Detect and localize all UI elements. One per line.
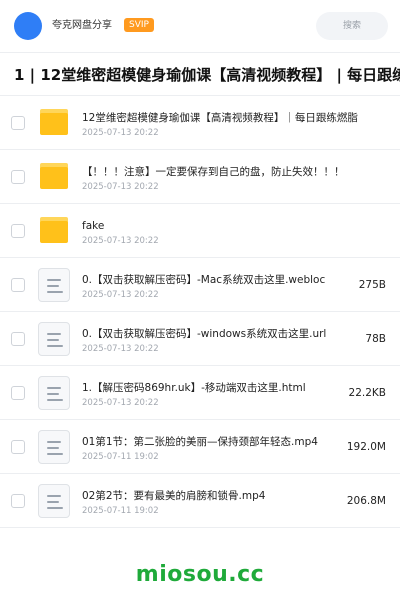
file-name[interactable]: 0.【双击获取解压密码】-windows系统双击这里.url (82, 326, 332, 342)
file-size: 22.2KB (348, 387, 386, 399)
file-date: 2025-07-11 19:02 (82, 506, 159, 516)
file-size: 275B (358, 279, 386, 291)
file-name[interactable]: 0.【双击获取解压密码】-Mac系统双击这里.webloc (82, 272, 332, 288)
file-name[interactable]: fake (82, 218, 362, 234)
file-size: 78B (365, 333, 386, 345)
file-row[interactable]: 01第1节：第二张脸的美丽—保持颈部年轻态.mp4 2025-07-11 19:0… (0, 420, 400, 474)
row-checkbox[interactable] (11, 224, 25, 238)
file-row[interactable]: 1.【解压密码869hr.uk】-移动端双击这里.html 2025-07-13 … (0, 366, 400, 420)
folder-row[interactable]: 12堂维密超模健身瑜伽课【高清视频教程】｜每日跟练燃脂 2025-07-13 20… (0, 96, 400, 150)
file-row[interactable]: 0.【双击获取解压密码】-Mac系统双击这里.webloc 2025-07-13 … (0, 258, 400, 312)
watermark: miosou.cc (135, 562, 265, 587)
file-date: 2025-07-11 19:02 (82, 452, 159, 462)
divider (0, 52, 400, 53)
file-date: 2025-07-13 20:22 (82, 344, 159, 354)
page-title: 1 | 12堂维密超模健身瑜伽课【高清视频教程】 | 每日跟练燃脂 (14, 66, 400, 84)
row-checkbox[interactable] (11, 440, 25, 454)
header: 夸克网盘分享 SVIP (0, 0, 400, 52)
file-date: 2025-07-13 20:22 (82, 182, 159, 192)
svip-badge: SVIP (124, 18, 154, 32)
row-checkbox[interactable] (11, 170, 25, 184)
file-date: 2025-07-13 20:22 (82, 290, 159, 300)
file-date: 2025-07-13 20:22 (82, 398, 159, 408)
file-icon (38, 376, 70, 410)
file-row[interactable]: 02第2节：要有最美的肩膀和锁骨.mp4 2025-07-11 19:02 206.… (0, 474, 400, 528)
folder-row[interactable]: fake 2025-07-13 20:22 (0, 204, 400, 258)
file-icon (38, 430, 70, 464)
file-name[interactable]: 12堂维密超模健身瑜伽课【高清视频教程】｜每日跟练燃脂 (82, 110, 362, 126)
file-size: 206.8M (346, 495, 386, 507)
file-name[interactable]: 01第1节：第二张脸的美丽—保持颈部年轻态.mp4 (82, 434, 332, 450)
avatar[interactable] (14, 12, 42, 40)
file-size: 192.0M (346, 441, 386, 453)
title-bar: 1 | 12堂维密超模健身瑜伽课【高清视频教程】 | 每日跟练燃脂 (0, 56, 400, 94)
search-input[interactable] (316, 12, 388, 40)
file-icon (38, 268, 70, 302)
folder-icon (40, 109, 68, 135)
file-name[interactable]: 【！！！注意】一定要保存到自己的盘，防止失效！！！ (82, 164, 362, 180)
file-row[interactable]: 0.【双击获取解压密码】-windows系统双击这里.url 2025-07-13… (0, 312, 400, 366)
folder-icon (40, 163, 68, 189)
row-checkbox[interactable] (11, 278, 25, 292)
file-name[interactable]: 1.【解压密码869hr.uk】-移动端双击这里.html (82, 380, 332, 396)
file-icon (38, 484, 70, 518)
folder-icon (40, 217, 68, 243)
file-date: 2025-07-13 20:22 (82, 236, 159, 246)
file-list: 12堂维密超模健身瑜伽课【高清视频教程】｜每日跟练燃脂 2025-07-13 20… (0, 96, 400, 528)
row-checkbox[interactable] (11, 332, 25, 346)
file-date: 2025-07-13 20:22 (82, 128, 159, 138)
uploader-name: 夸克网盘分享 (52, 20, 112, 31)
row-checkbox[interactable] (11, 116, 25, 130)
folder-row[interactable]: 【！！！注意】一定要保存到自己的盘，防止失效！！！ 2025-07-13 20:2… (0, 150, 400, 204)
row-checkbox[interactable] (11, 386, 25, 400)
file-icon (38, 322, 70, 356)
row-checkbox[interactable] (11, 494, 25, 508)
file-name[interactable]: 02第2节：要有最美的肩膀和锁骨.mp4 (82, 488, 332, 504)
